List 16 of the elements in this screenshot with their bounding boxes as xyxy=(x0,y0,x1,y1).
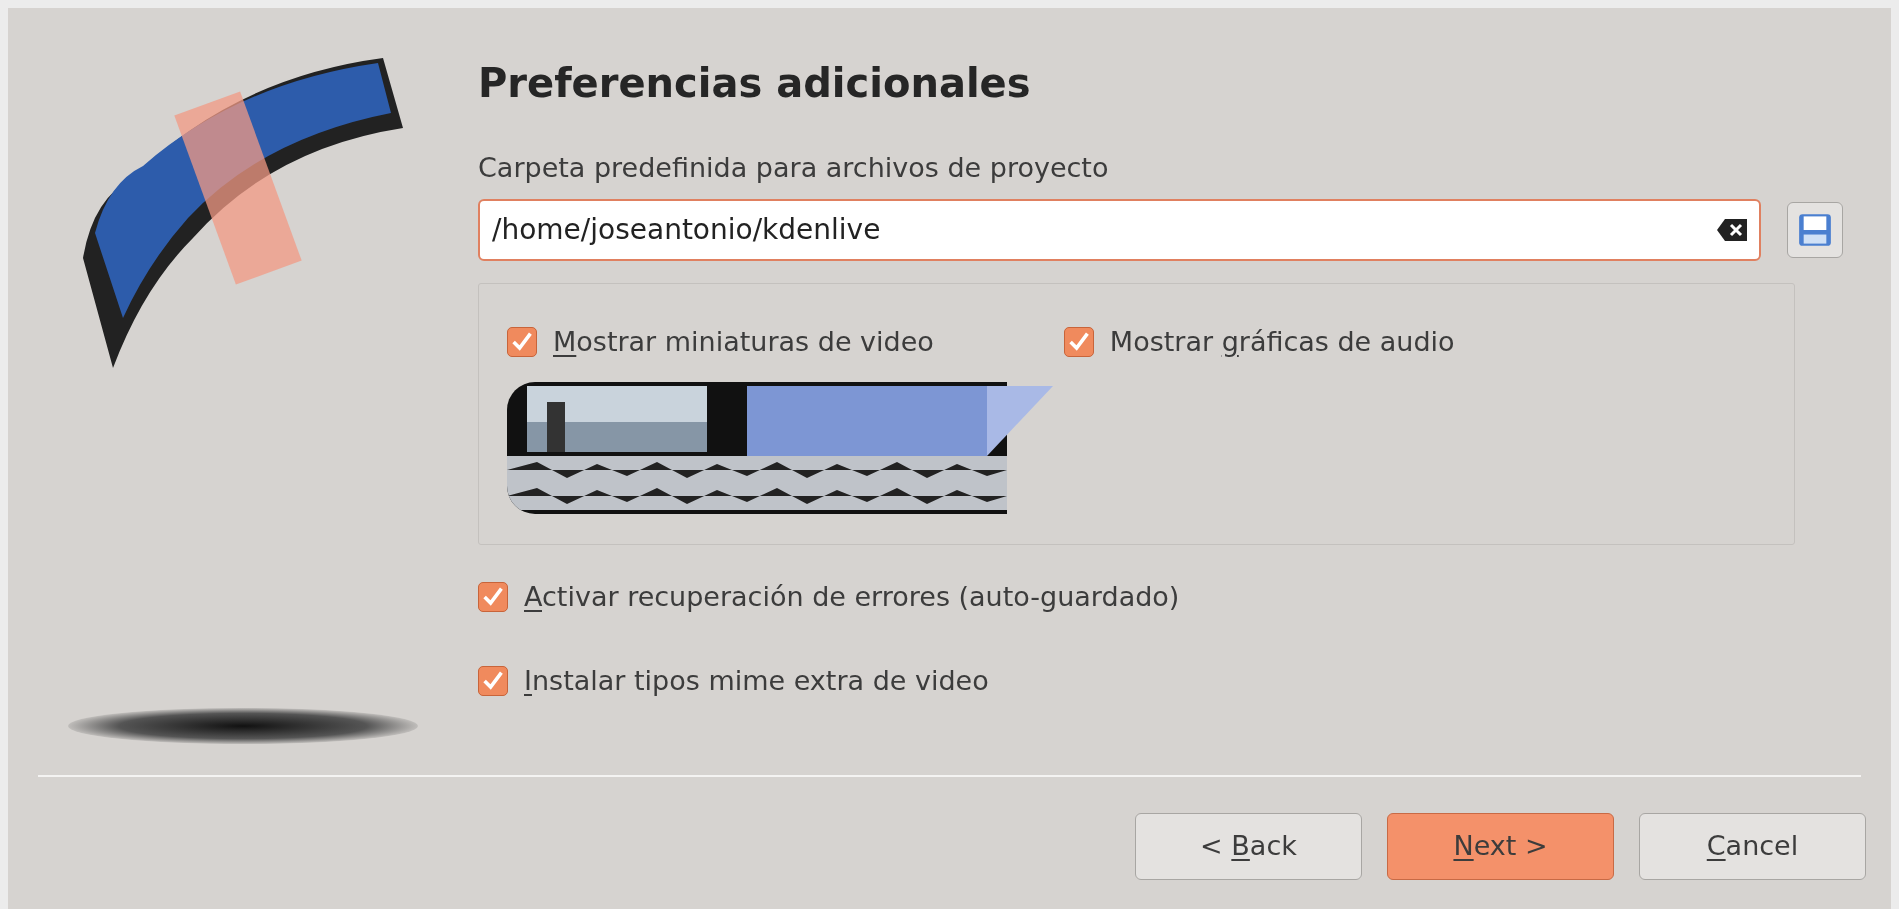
save-button[interactable] xyxy=(1787,201,1843,258)
folder-field[interactable]: /home/joseantonio/kdenlive xyxy=(478,198,1761,261)
checkbox[interactable] xyxy=(1063,326,1094,357)
checkbox[interactable] xyxy=(478,666,508,697)
dialog-button[interactable]: < Back xyxy=(1135,813,1362,880)
page-title: Preferencias adicionales xyxy=(478,59,1032,108)
checkbox[interactable] xyxy=(507,326,537,357)
checkbox[interactable] xyxy=(478,581,508,612)
dialog-button[interactable]: Cancel xyxy=(1639,813,1866,880)
option-label: Mostrar miniaturas de video xyxy=(553,324,934,359)
folder-label: Carpeta predefinida para archivos de proyecto xyxy=(478,151,1110,185)
option-label: Instalar tipos mime extra de video xyxy=(524,664,989,698)
next-button[interactable]: Next > xyxy=(1387,813,1614,880)
clear-icon[interactable] xyxy=(1717,218,1747,241)
option-label: Activar recuperación de errores (auto-guardado) xyxy=(524,579,1180,614)
option-label: Mostrar gráficas de audio xyxy=(1109,324,1455,359)
